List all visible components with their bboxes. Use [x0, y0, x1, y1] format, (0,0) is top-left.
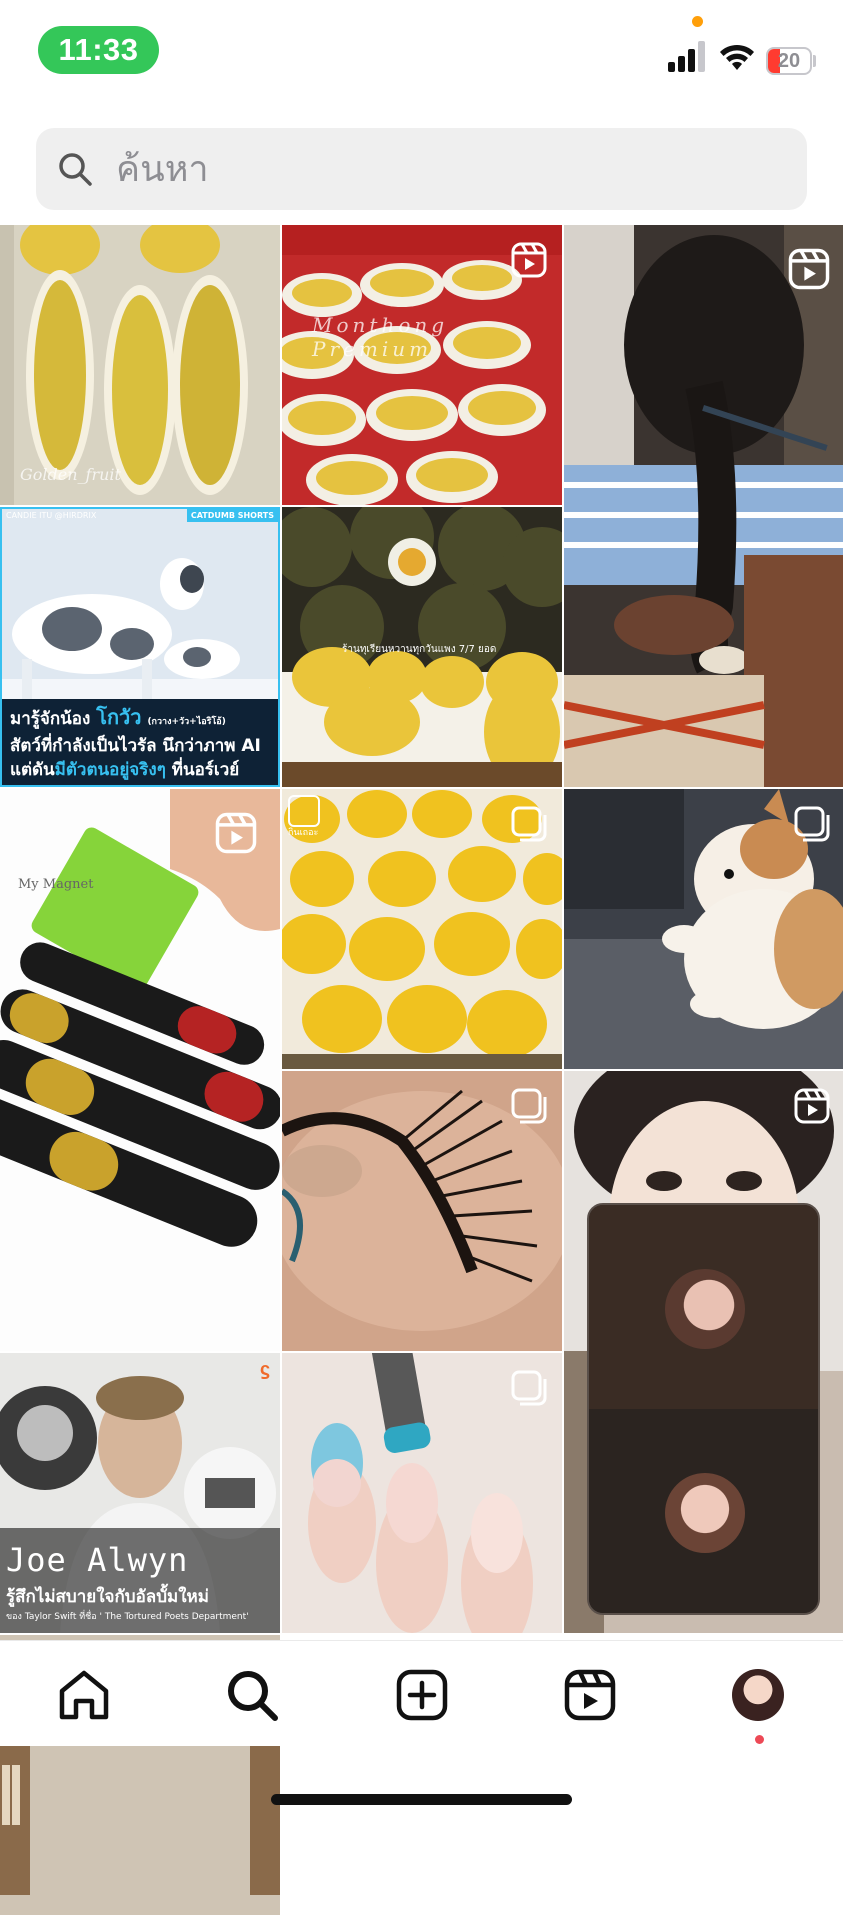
tile-watermark: Golden_fruit [20, 465, 121, 484]
grid-tile-hair-braid[interactable] [564, 225, 843, 787]
reel-icon [794, 1088, 830, 1124]
search-icon [59, 153, 92, 186]
carousel-icon [794, 806, 830, 842]
tile-channel-badge: CATDUMB SHORTS [186, 509, 278, 522]
battery-icon: 20 [766, 47, 812, 75]
tile-watermark: Monthong Premium [312, 313, 449, 361]
tab-create[interactable] [392, 1665, 452, 1725]
grid-tile-durian-crate[interactable]: Monthong Premium [282, 225, 562, 505]
grid-tile-durian-market[interactable]: ร้านทุเรียนหวานทุกวันแพง 7/7 ยอด [282, 507, 562, 787]
create-icon [396, 1669, 448, 1721]
carousel-icon [511, 806, 547, 842]
grid-tile-magnet-card[interactable]: My Magnet [0, 789, 280, 1351]
profile-notification-dot [755, 1735, 764, 1744]
grid-tile-durian-rows[interactable]: กินเถอะ [282, 789, 562, 1069]
bottom-tab-bar [0, 1640, 843, 1746]
reels-icon [564, 1669, 616, 1721]
search-icon [228, 1671, 278, 1721]
tile-title: Joe Alwyn [6, 1541, 189, 1579]
participant-avatar [665, 1473, 745, 1553]
tile-logo: ϛ [259, 1359, 270, 1379]
tab-profile[interactable] [728, 1665, 788, 1725]
call-participant-1 [589, 1205, 818, 1409]
reel-icon [511, 242, 547, 278]
caption-part: (กวาง+วัว+ไอริโอ้) [147, 717, 226, 727]
caption-part: มารู้จักน้อง [10, 709, 91, 729]
tile-caption: ร้านทุเรียนหวานทุกวันแพง 7/7 ยอด [342, 644, 497, 655]
grid-tile-joe-alwyn[interactable]: ϛ Joe Alwyn รู้สึกไม่สบายใจกับอัลบั้มใหม… [0, 1353, 280, 1633]
tile-caption: รู้สึกไม่สบายใจกับอัลบั้มใหม่ [6, 1587, 209, 1607]
profile-avatar [732, 1669, 784, 1721]
signal-icon [668, 41, 705, 72]
reel-icon [215, 812, 257, 854]
caption-part: ที่นอร์เวย์ [171, 760, 240, 780]
home-indicator[interactable] [271, 1794, 572, 1805]
call-participant-2 [589, 1409, 818, 1613]
caption-highlight: มีตัวตนอยู่จริงๆ [54, 760, 166, 780]
tile-corner-label: กินเถอะ [288, 828, 319, 838]
tile-caption: มารู้จักน้อง โกวัว (กวาง+วัว+ไอริโอ้) สั… [10, 705, 270, 782]
carousel-icon [511, 1088, 547, 1124]
grid-tile-nails[interactable] [282, 1353, 562, 1633]
caption-part: แต่ดัน [10, 760, 55, 780]
carousel-icon [511, 1370, 547, 1406]
mic-indicator-dot [692, 16, 703, 27]
participant-avatar [665, 1269, 745, 1349]
search-input[interactable] [108, 128, 791, 210]
mini-call-player[interactable] [587, 1203, 820, 1615]
grid-tile-corgi[interactable] [564, 789, 843, 1069]
grid-tile-cow-deer[interactable]: CANDIE ITU @HIRDRIX CATDUMB SHORTS มารู้… [0, 507, 280, 787]
caption-part: สัตว์ที่กำลังเป็นไวรัล นึกว่าภาพ AI [10, 736, 261, 756]
battery-level: 20 [777, 50, 801, 72]
home-icon [59, 1670, 109, 1720]
status-time: 11:33 [38, 26, 159, 74]
wifi-icon [720, 44, 754, 70]
tab-home[interactable] [54, 1665, 114, 1725]
grid-tile-durian-tray[interactable]: Golden_fruit [0, 225, 280, 505]
grid-tile-eyelash[interactable] [282, 1071, 562, 1351]
reel-icon [788, 248, 830, 290]
tab-search[interactable] [222, 1665, 282, 1725]
tile-subcaption: ของ Taylor Swift ที่ชื่อ ' The Tortured … [6, 1612, 249, 1622]
tile-credit: CANDIE ITU @HIRDRIX [6, 511, 97, 520]
tile-label: My Magnet [18, 877, 94, 892]
status-bar: 11:33 20 [0, 0, 843, 100]
search-bar[interactable] [36, 128, 807, 210]
caption-highlight: โกวัว [96, 705, 142, 729]
tile-logo [288, 795, 320, 827]
tab-reels[interactable] [560, 1665, 620, 1725]
